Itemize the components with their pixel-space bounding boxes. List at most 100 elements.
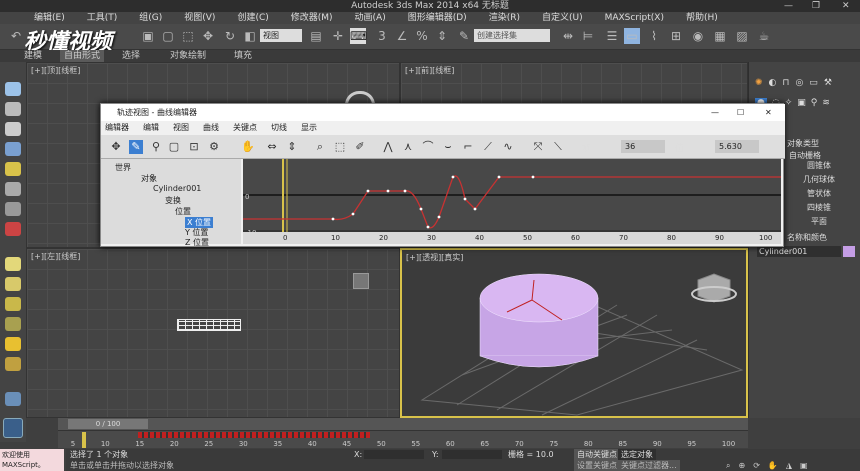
maxscript-listener[interactable]: 欢迎使用 MAXScript。 — [0, 449, 64, 471]
spacewarps-icon[interactable]: ≋ — [822, 98, 830, 112]
torus-icon[interactable] — [5, 317, 21, 331]
time-slider[interactable]: 0 / 100 — [58, 418, 748, 430]
zoom-icon[interactable]: ⌕ — [313, 140, 327, 154]
rendered-frame-icon[interactable]: ▨ — [734, 28, 750, 44]
x-coord-field[interactable] — [364, 450, 424, 459]
show-tangents-icon[interactable]: ⤧ — [531, 140, 545, 154]
menu-rendering[interactable]: 渲染(R) — [489, 12, 520, 24]
material-editor-icon[interactable]: ◉ — [690, 28, 706, 44]
zoom-region-icon[interactable]: ⬚ — [333, 140, 347, 154]
snap-toggle-icon[interactable]: 3 — [374, 28, 390, 44]
reference-coord-dropdown[interactable]: 视图 — [260, 29, 302, 42]
undo-icon[interactable]: ↶ — [8, 28, 24, 44]
move-icon[interactable]: ✥ — [200, 28, 216, 44]
cylinder-top[interactable] — [479, 273, 599, 323]
menu-group[interactable]: 组(G) — [139, 12, 162, 24]
modify-tab-icon[interactable]: ◐ — [769, 78, 777, 92]
ce-menu-tangents[interactable]: 切线 — [271, 121, 287, 135]
minimize-button[interactable]: — — [784, 0, 793, 12]
tangent-linear-icon[interactable]: ⟋ — [481, 140, 495, 154]
add-key-icon[interactable]: ⚲ — [149, 140, 163, 154]
tangent-custom-icon[interactable]: ⋏ — [401, 140, 415, 154]
snap-frames-icon[interactable]: ⚙ — [207, 140, 221, 154]
cylinder-wireframe-side[interactable] — [177, 319, 241, 331]
menu-customize[interactable]: 自定义(U) — [542, 12, 583, 24]
edit-named-sets-icon[interactable]: ✎ — [456, 28, 472, 44]
orbit-icon[interactable]: ⟳ — [753, 460, 760, 471]
autokey-button[interactable]: 自动关键点 — [574, 449, 620, 460]
restore-button[interactable]: ❐ — [812, 0, 820, 12]
viewcube[interactable] — [353, 273, 369, 289]
ce-menu-editor[interactable]: 编辑器 — [105, 121, 129, 135]
ce-menu-view[interactable]: 视图 — [173, 121, 189, 135]
geosphere-button[interactable]: 几何球体 — [783, 174, 855, 185]
rotate-icon[interactable]: ↻ — [222, 28, 238, 44]
cone-icon[interactable] — [5, 297, 21, 311]
move-keys-icon[interactable]: ✥ — [109, 140, 123, 154]
x-position-curve[interactable] — [243, 175, 781, 229]
geosphere-icon[interactable] — [5, 357, 21, 371]
zoom-all-icon[interactable]: ⊕ — [738, 460, 745, 471]
curve-editor-icon[interactable]: ⌇ — [646, 28, 662, 44]
ce-menu-edit[interactable]: 编辑 — [143, 121, 159, 135]
time-slider-thumb[interactable]: 0 / 100 — [68, 419, 148, 429]
pan-icon[interactable]: ✋ — [241, 140, 255, 154]
ce-menu-show[interactable]: 显示 — [301, 121, 317, 135]
tab-object-paint[interactable]: 对象绘制 — [170, 50, 206, 62]
plane-icon[interactable] — [5, 257, 21, 271]
light-icon[interactable] — [5, 162, 21, 176]
close-button[interactable]: ✕ — [842, 0, 850, 12]
tree-objects[interactable]: 对象 — [141, 173, 157, 184]
paint-icon[interactable] — [5, 392, 21, 406]
cylinder-icon[interactable] — [5, 122, 21, 136]
rect-selection-icon[interactable]: ▢ — [160, 28, 176, 44]
selected-dropdown[interactable]: 选定对象 — [618, 449, 656, 460]
object-color-swatch[interactable] — [843, 246, 855, 257]
track-bar[interactable]: 5 10 15 20 25 30 35 40 45 50 55 60 65 70 75 80 85 90 95 100 — [58, 430, 748, 448]
tangent-auto-icon[interactable]: ⋀ — [381, 140, 395, 154]
ribbon-toggle-icon[interactable]: ▭ — [624, 28, 640, 44]
tab-selection[interactable]: 选择 — [122, 50, 140, 62]
menu-create[interactable]: 创建(C) — [237, 12, 268, 24]
menu-edit[interactable]: 编辑(E) — [34, 12, 65, 24]
select-manipulate-icon[interactable]: ✛ — [330, 28, 346, 44]
spacewarp-icon[interactable] — [5, 222, 21, 236]
y-coord-field[interactable] — [442, 450, 502, 459]
grid-icon[interactable] — [5, 142, 21, 156]
tree-z-position[interactable]: Z 位置 — [185, 237, 209, 248]
select-icon[interactable]: ▣ — [140, 28, 156, 44]
viewport-perspective[interactable]: [+][透视][真实] — [400, 248, 748, 418]
camera-icon[interactable] — [5, 182, 21, 196]
star-icon[interactable] — [5, 337, 21, 351]
value-field[interactable]: 5.630 — [715, 140, 759, 153]
window-crossing-icon[interactable]: ⬚ — [180, 28, 196, 44]
sphere-icon[interactable] — [5, 277, 21, 291]
scale-icon[interactable]: ◧ — [242, 28, 258, 44]
menu-modifiers[interactable]: 修改器(M) — [291, 12, 333, 24]
create-tab-icon[interactable]: ✺ — [755, 78, 763, 92]
plane-button[interactable]: 平面 — [783, 216, 855, 227]
lock-tangents-icon[interactable]: ⟍ — [551, 140, 565, 154]
schematic-view-icon[interactable]: ⊞ — [668, 28, 684, 44]
tangent-slow-icon[interactable]: ⌣ — [441, 140, 455, 154]
pivot-icon[interactable]: ▤ — [308, 28, 324, 44]
keyboard-shortcut-icon[interactable]: ⌨ — [350, 28, 367, 44]
menu-animation[interactable]: 动画(A) — [355, 12, 386, 24]
angle-snap-icon[interactable]: ∠ — [394, 28, 410, 44]
frame-field[interactable]: 36 — [621, 140, 665, 153]
render-icon[interactable]: ☕ — [756, 28, 772, 44]
display-tab-icon[interactable]: ▭ — [809, 78, 818, 92]
tree-transform[interactable]: 变换 — [165, 195, 181, 206]
motion-tab-icon[interactable]: ◎ — [795, 78, 803, 92]
key-filters-button[interactable]: 关键点过滤器... — [618, 460, 680, 471]
object-name-field[interactable]: Cylinder001 — [757, 246, 841, 257]
lights-icon[interactable]: ✧ — [785, 98, 793, 112]
cone-button[interactable]: 圆锥体 — [783, 160, 855, 171]
tab-modeling[interactable]: 建模 — [24, 50, 42, 62]
viewport-layout-icon[interactable] — [3, 418, 23, 438]
layer-manager-icon[interactable]: ☰ — [604, 28, 620, 44]
set-key-button[interactable]: 设置关键点 — [574, 460, 620, 471]
menu-maxscript[interactable]: MAXScript(X) — [605, 12, 664, 24]
menu-help[interactable]: 帮助(H) — [686, 12, 718, 24]
maximize-viewport-icon[interactable]: ▣ — [800, 460, 808, 471]
